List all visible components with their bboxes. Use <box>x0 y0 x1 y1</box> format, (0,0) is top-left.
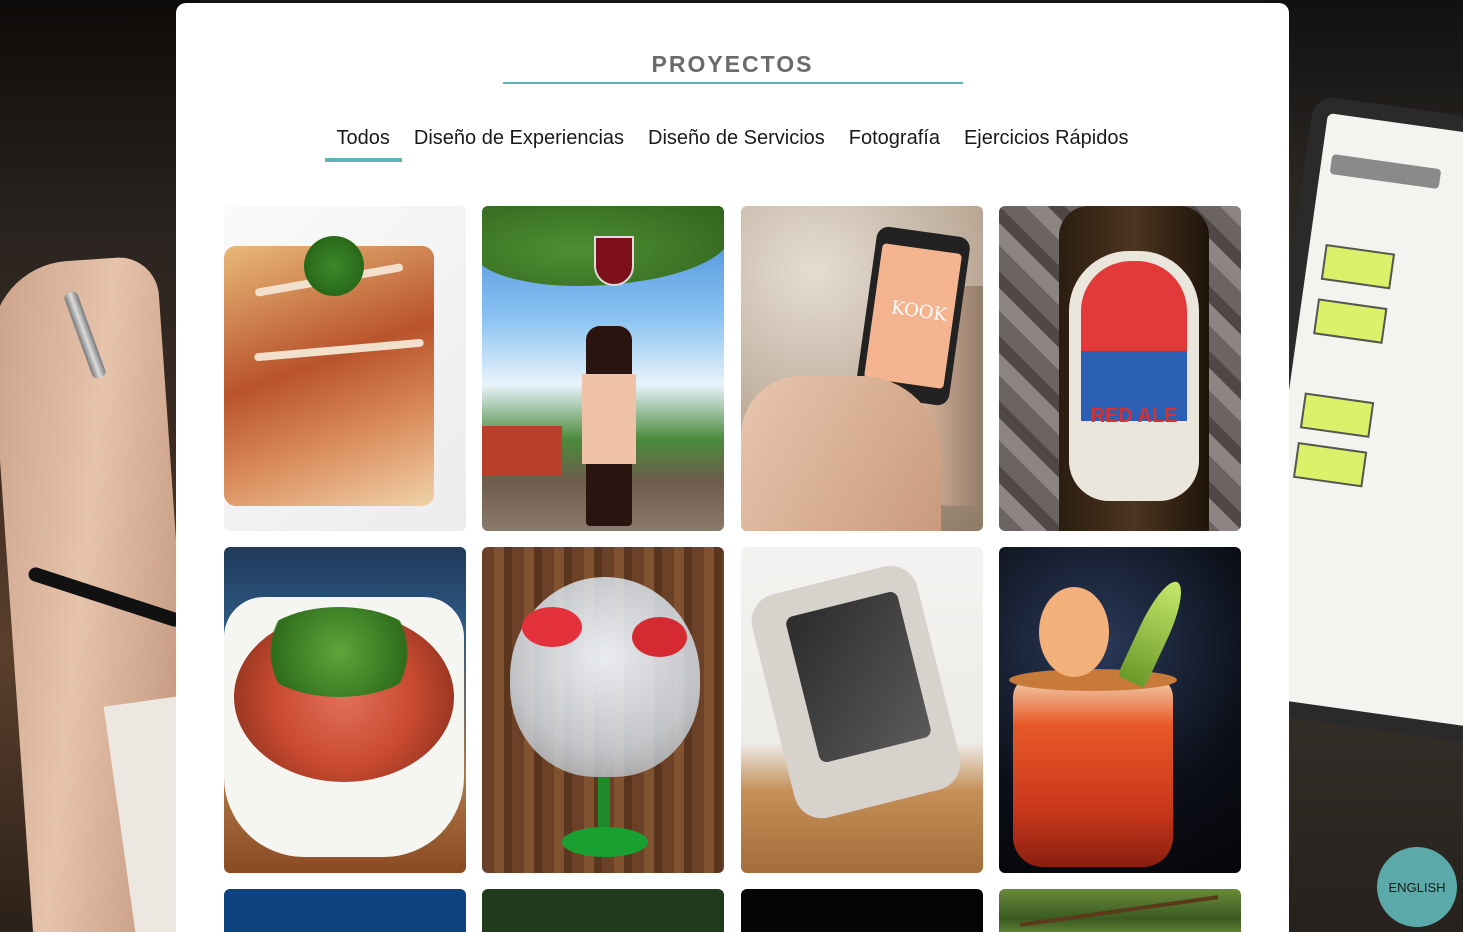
project-tile-cocktail-glass[interactable] <box>999 547 1241 873</box>
project-tile-wine-bottle[interactable] <box>482 206 724 531</box>
branch <box>1019 895 1219 927</box>
pineapple-leaf <box>1117 575 1191 689</box>
wine-glass <box>594 236 634 286</box>
project-photo: RED ALE <box>999 206 1241 531</box>
strawberry <box>522 607 582 647</box>
project-photo <box>224 206 466 531</box>
project-photo <box>999 547 1241 873</box>
sketch-bar <box>1329 153 1442 190</box>
hand <box>741 376 941 531</box>
glass-rim <box>1009 669 1177 691</box>
glass-foot <box>562 827 648 857</box>
greens <box>254 607 424 697</box>
project-tile-device-prototype[interactable] <box>741 547 983 873</box>
filter-tabs: Todos Diseño de Experiencias Diseño de S… <box>176 127 1289 162</box>
tab-diseno-de-experiencias[interactable]: Diseño de Experiencias <box>402 127 636 156</box>
projects-card: PROYECTOS Todos Diseño de Experiencias D… <box>176 3 1289 932</box>
project-tile-food-plate[interactable] <box>224 206 466 531</box>
sketch-box <box>1292 442 1368 488</box>
project-tile-phone-app[interactable]: KOOK <box>741 206 983 531</box>
strawberry <box>632 617 687 657</box>
herb <box>304 236 364 296</box>
beer-label-red <box>1081 261 1187 351</box>
project-photo <box>482 206 724 531</box>
project-tile-green[interactable] <box>482 889 724 932</box>
project-photo <box>224 547 466 873</box>
sketch-box <box>1320 243 1396 290</box>
language-toggle-button[interactable]: ENGLISH <box>1377 847 1457 927</box>
tab-ejercicios-rapidos[interactable]: Ejercicios Rápidos <box>952 127 1141 156</box>
sketch-box <box>1313 298 1388 344</box>
project-tile-leaves[interactable] <box>999 889 1241 932</box>
cocktail-glass <box>1013 677 1173 867</box>
project-tile-ceviche-bowl[interactable] <box>224 547 466 873</box>
red-wall <box>482 426 562 476</box>
project-tile-blue[interactable] <box>224 889 466 932</box>
sketch-box <box>1299 392 1375 438</box>
tab-todos[interactable]: Todos <box>324 127 403 162</box>
project-tile-gin-cocktail[interactable] <box>482 547 724 873</box>
pineapple-chip <box>1039 587 1109 677</box>
wine-label <box>582 374 636 464</box>
page-title: PROYECTOS <box>651 51 814 77</box>
project-photo <box>741 547 983 873</box>
gin-glass <box>510 577 700 777</box>
project-tile-beer-bottle[interactable]: RED ALE <box>999 206 1241 531</box>
project-photo <box>482 547 724 873</box>
title-underline <box>503 82 963 84</box>
tab-diseno-de-servicios[interactable]: Diseño de Servicios <box>636 127 837 156</box>
project-tile-black[interactable] <box>741 889 983 932</box>
tab-fotografia[interactable]: Fotografía <box>837 127 952 156</box>
project-photo: KOOK <box>741 206 983 531</box>
beer-label-text: RED ALE <box>1090 405 1178 427</box>
